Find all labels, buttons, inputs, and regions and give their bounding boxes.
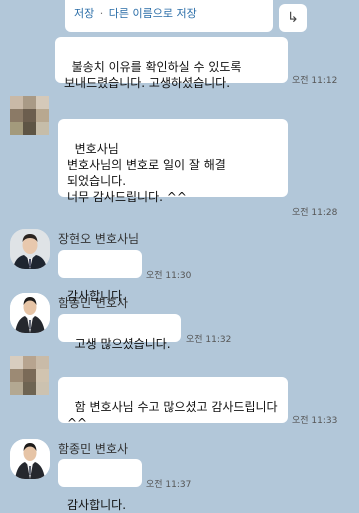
- person-avatar-icon[interactable]: [10, 439, 50, 479]
- message-bubble[interactable]: 감사합니다.: [58, 459, 142, 512]
- message-bubble[interactable]: 함 변호사님 수고 많으셨고 감사드립니다^^: [58, 377, 288, 430]
- share-button[interactable]: ↳: [279, 4, 307, 32]
- message-bubble[interactable]: 고생 많으셨습니다.: [58, 314, 181, 351]
- person-avatar-icon[interactable]: [10, 293, 50, 333]
- message-text: 불송치 이유를 확인하실 수 있도록 보내드렸습니다. 고생하셨습니다.: [64, 60, 246, 90]
- person-avatar-icon[interactable]: [10, 229, 50, 269]
- message-text: 변호사님 변호사님의 변호로 일이 잘 해결 되었습니다. 너무 감사드립니다.…: [67, 142, 226, 204]
- message-bubble[interactable]: 감사합니다.: [58, 250, 142, 303]
- message-time: 오전 11:32: [186, 335, 232, 345]
- message-time: 오전 11:30: [146, 271, 192, 281]
- save-link[interactable]: 저장: [74, 7, 94, 20]
- message-time: 오전 11:12: [292, 76, 338, 86]
- message-time: 오전 11:33: [292, 416, 338, 426]
- share-arrow-icon: ↳: [287, 10, 299, 26]
- sender-name: 함종민 변호사: [58, 296, 129, 310]
- mosaic-avatar-icon[interactable]: [10, 96, 50, 136]
- link-separator: ·: [99, 7, 104, 20]
- message-bubble[interactable]: 불송치 이유를 확인하실 수 있도록 보내드렸습니다. 고생하셨습니다.: [55, 37, 288, 90]
- message-text: 감사합니다.: [67, 498, 127, 512]
- message-text: 함 변호사님 수고 많으셨고 감사드립니다^^: [67, 400, 278, 430]
- file-card: 저장 · 다른 이름으로 저장: [65, 0, 273, 32]
- sender-name: 장현오 변호사님: [58, 232, 140, 246]
- save-as-link[interactable]: 다른 이름으로 저장: [109, 7, 197, 20]
- mosaic-avatar-icon[interactable]: [10, 356, 50, 396]
- message-text: 고생 많으셨습니다.: [74, 337, 171, 351]
- message-time: 오전 11:28: [292, 208, 338, 218]
- message-bubble[interactable]: 변호사님 변호사님의 변호로 일이 잘 해결 되었습니다. 너무 감사드립니다.…: [58, 119, 288, 204]
- message-time: 오전 11:37: [146, 480, 192, 490]
- sender-name: 함종민 변호사: [58, 442, 129, 456]
